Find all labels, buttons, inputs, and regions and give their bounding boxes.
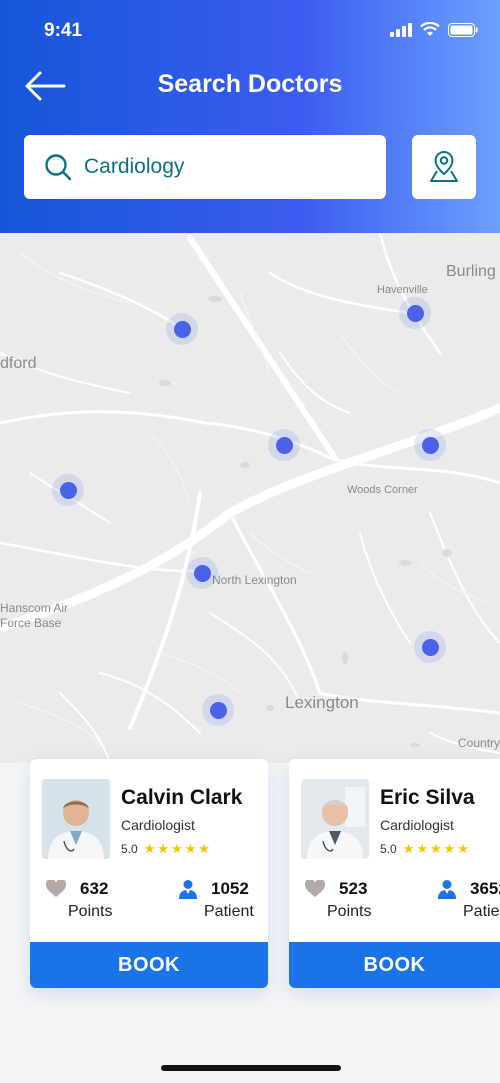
- patient-icon: [437, 880, 456, 899]
- map-label: Force Base: [0, 616, 62, 630]
- points-label: Points: [327, 903, 372, 920]
- doctor-rating: 5.0 ★★★★★: [380, 841, 471, 857]
- patient-icon: [178, 880, 197, 899]
- doctor-photo: [42, 779, 110, 859]
- book-button[interactable]: BOOK: [289, 942, 500, 988]
- signal-icon: [390, 22, 412, 37]
- doctor-photo: [301, 779, 369, 859]
- map-label: Burling: [446, 263, 496, 280]
- doctor-map-pin[interactable]: [166, 313, 198, 345]
- header: 9:41 Search Doctors Cardiology: [0, 0, 500, 233]
- doctor-specialty: Cardiologist: [121, 817, 195, 833]
- doctor-specialty: Cardiologist: [380, 817, 454, 833]
- patients-stat: 3652 Patient: [433, 879, 500, 921]
- book-button[interactable]: BOOK: [30, 942, 268, 988]
- patients-label: Patient: [204, 903, 254, 920]
- map[interactable]: Burling Havenville dford Woods Corner No…: [0, 233, 500, 763]
- location-button[interactable]: [412, 135, 476, 199]
- doctor-card[interactable]: Eric Silva Cardiologist 5.0 ★★★★★ 523 Po…: [289, 759, 500, 988]
- doctor-map-pin[interactable]: [399, 297, 431, 329]
- star-icons: ★★★★★: [143, 841, 212, 856]
- status-icons: [390, 22, 478, 37]
- map-label: dford: [0, 355, 37, 372]
- patients-label: Patient: [463, 903, 500, 920]
- doctor-card[interactable]: Calvin Clark Cardiologist 5.0 ★★★★★ 632 …: [30, 759, 268, 988]
- doctor-map-pin[interactable]: [202, 694, 234, 726]
- points-stat: 632 Points: [42, 879, 112, 921]
- patients-value: 1052: [210, 879, 249, 898]
- map-label: North Lexington: [212, 573, 297, 587]
- map-label: Country: [458, 736, 500, 750]
- points-value: 523: [339, 879, 368, 898]
- points-value: 632: [80, 879, 109, 898]
- points-label: Points: [68, 903, 113, 920]
- doctor-map-pin[interactable]: [268, 429, 300, 461]
- doctor-map-pin[interactable]: [186, 557, 218, 589]
- map-label: Hanscom Air: [0, 601, 69, 615]
- doctor-map-pin[interactable]: [52, 474, 84, 506]
- home-indicator: [161, 1065, 341, 1071]
- status-time: 9:41: [44, 20, 83, 41]
- map-label: Woods Corner: [347, 484, 418, 496]
- wifi-icon: [420, 22, 440, 36]
- doctor-map-pin[interactable]: [414, 429, 446, 461]
- doctor-name: Eric Silva: [380, 786, 475, 809]
- battery-icon: [448, 22, 478, 37]
- rating-value: 5.0: [380, 842, 397, 856]
- points-stat: 523 Points: [301, 879, 371, 921]
- search-value: Cardiology: [84, 155, 185, 178]
- doctor-name: Calvin Clark: [121, 786, 243, 809]
- doctor-rating: 5.0 ★★★★★: [121, 841, 212, 857]
- patients-value: 3652: [469, 879, 500, 898]
- page-title: Search Doctors: [157, 70, 343, 98]
- heart-icon: [46, 880, 67, 897]
- doctor-map-pin[interactable]: [414, 631, 446, 663]
- search-icon: [45, 154, 72, 181]
- heart-icon: [305, 880, 326, 897]
- map-label: Havenville: [377, 284, 428, 296]
- patients-stat: 1052 Patient: [174, 879, 254, 921]
- map-pin-icon: [430, 150, 458, 182]
- map-label: Lexington: [285, 693, 359, 712]
- star-icons: ★★★★★: [402, 841, 471, 856]
- search-input[interactable]: Cardiology: [24, 135, 386, 199]
- rating-value: 5.0: [121, 842, 138, 856]
